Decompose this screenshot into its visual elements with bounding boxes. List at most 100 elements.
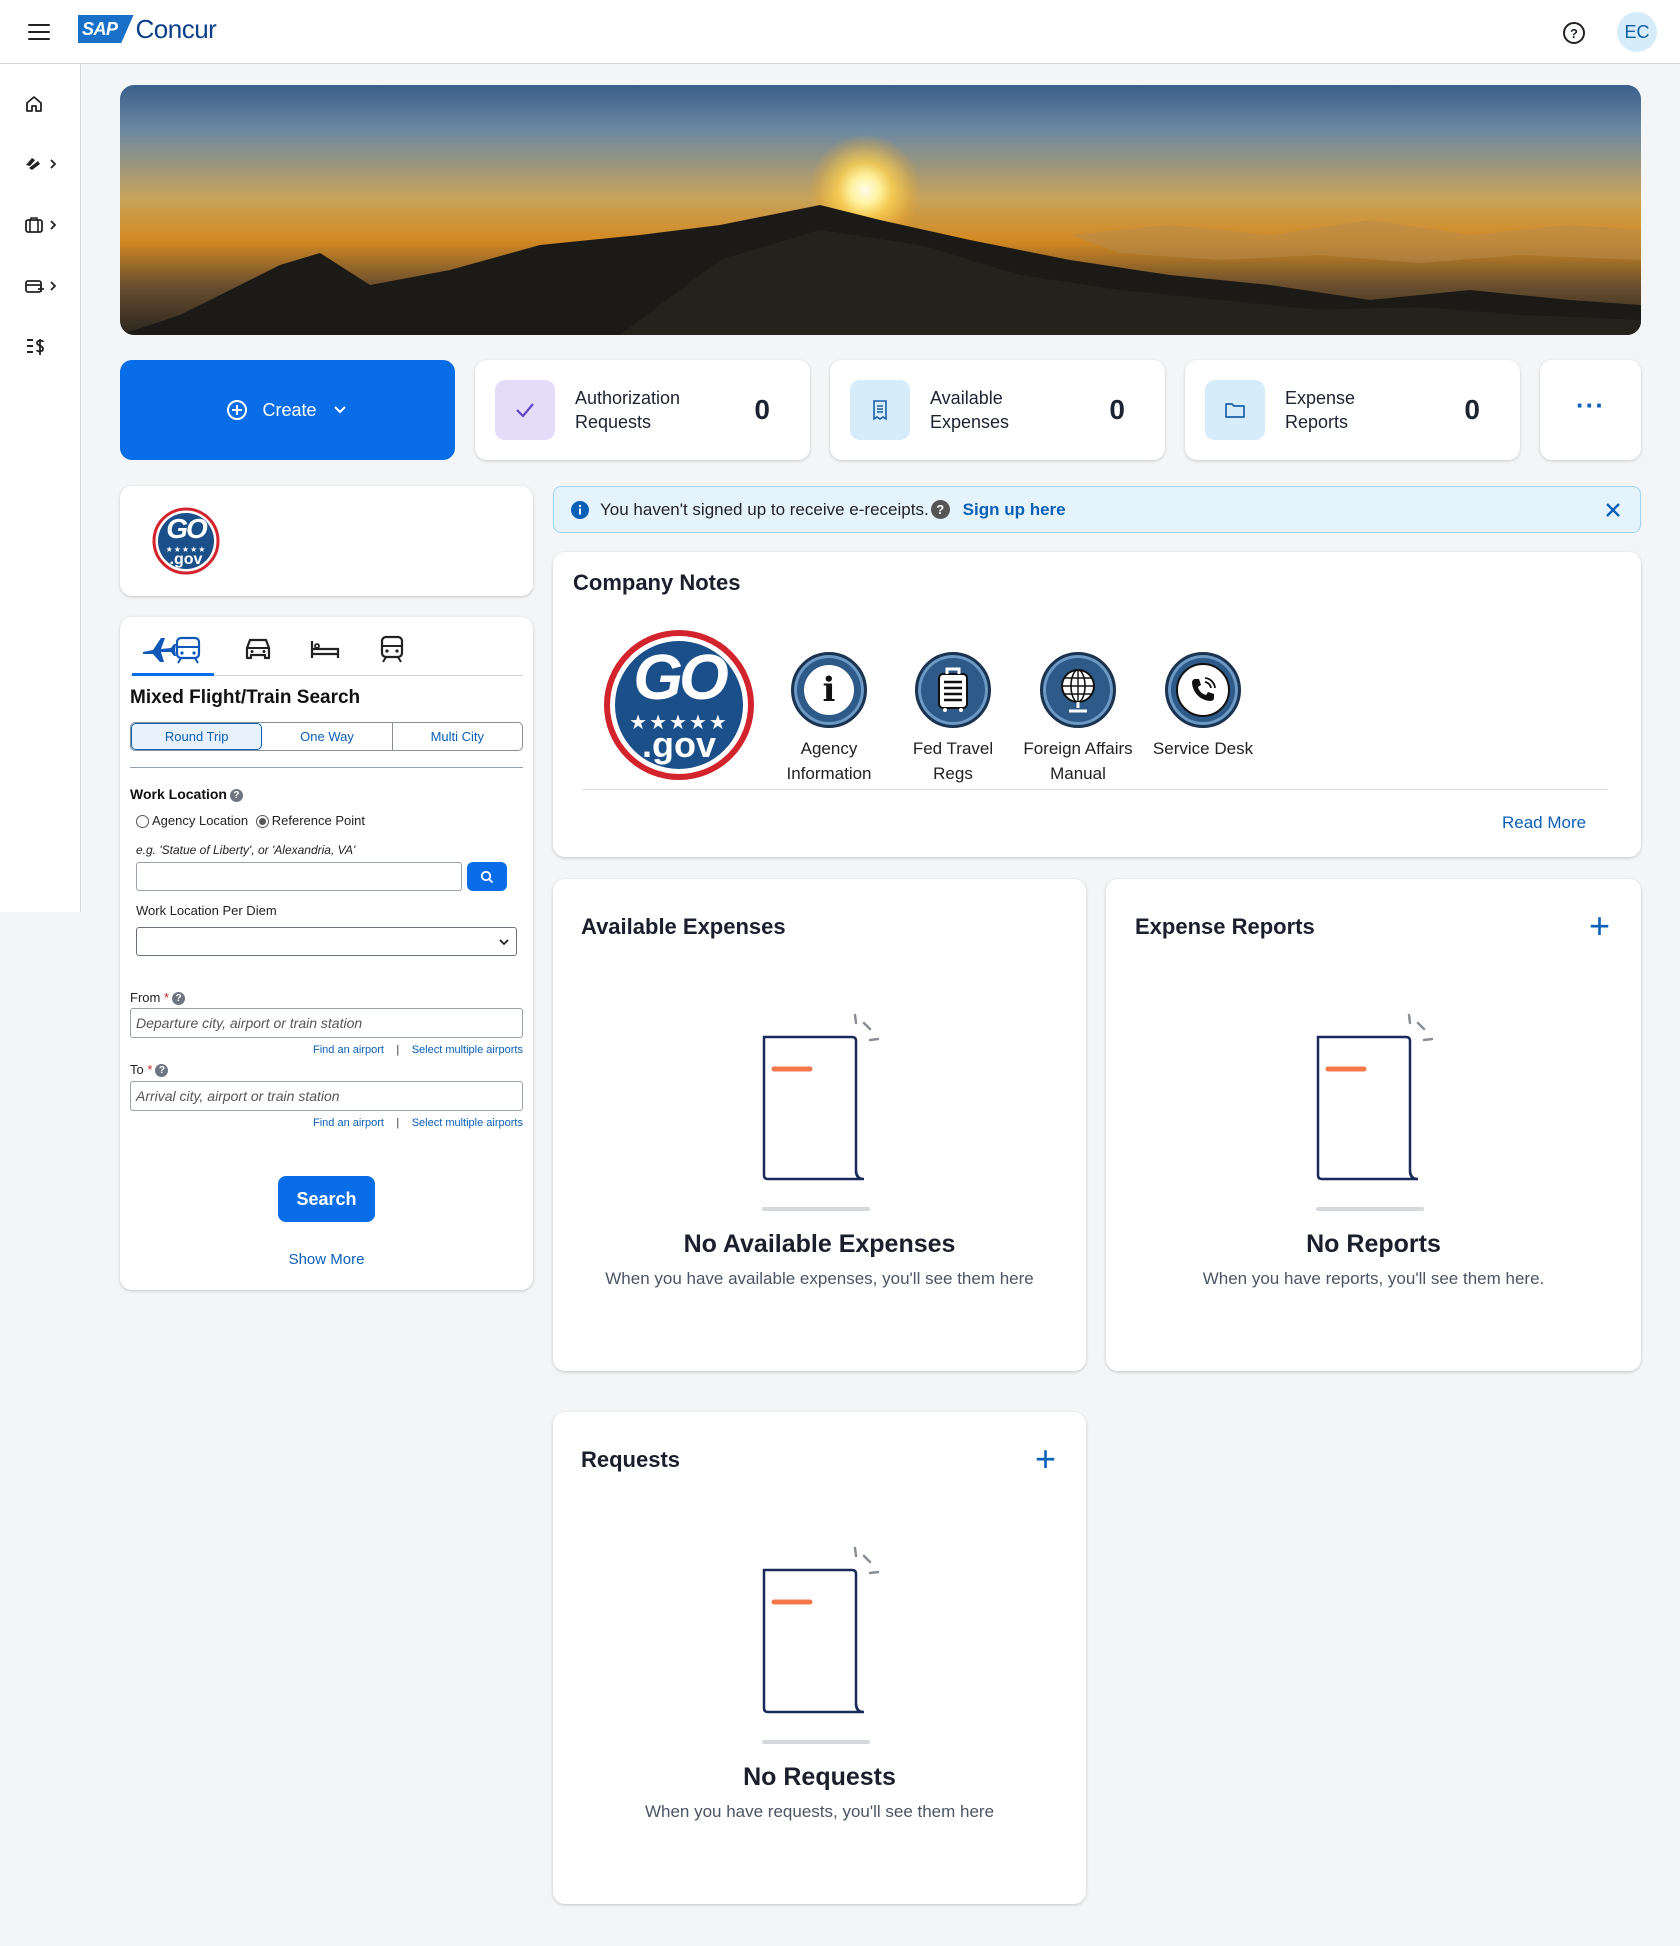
find-airport-link[interactable]: Find an airport	[313, 1117, 384, 1129]
to-input[interactable]: Arrival city, airport or train station	[130, 1081, 523, 1111]
tab-train[interactable]	[372, 629, 412, 669]
note-label: Fed Travel	[912, 739, 994, 758]
per-diem-label: Work Location Per Diem	[136, 903, 277, 918]
car-icon	[245, 638, 271, 660]
more-tiles-button[interactable]: ···	[1540, 360, 1641, 460]
authorization-requests-tile[interactable]: Authorization Requests 0	[475, 360, 810, 460]
radio-reference-point[interactable]	[255, 815, 269, 829]
bed-icon	[310, 641, 340, 658]
tab-selected-indicator	[132, 673, 214, 676]
note-fed-travel-regs[interactable]: Fed Travel Regs	[893, 652, 1013, 786]
suitcase-icon	[915, 652, 991, 728]
work-location-radios: Agency Location Reference Point	[136, 813, 365, 829]
expense-reports-tile[interactable]: Expense Reports 0	[1185, 360, 1520, 460]
select-multiple-airports-link[interactable]: Select multiple airports	[412, 1117, 523, 1129]
available-count: 0	[1109, 394, 1125, 425]
help-icon[interactable]: ?	[1563, 22, 1585, 44]
logo-sap-text: SAP	[78, 15, 134, 43]
folder-icon	[1205, 380, 1265, 440]
radio-agency-location[interactable]	[136, 815, 149, 829]
from-placeholder: Departure city, airport or train station	[136, 1015, 363, 1031]
tile-label: Available	[930, 388, 1003, 408]
plane-train-icon	[143, 636, 201, 664]
note-label: Agency	[800, 739, 858, 758]
trip-type-multi-city[interactable]: Multi City	[393, 723, 522, 750]
info-icon: i	[791, 652, 867, 728]
menu-icon[interactable]	[28, 24, 50, 40]
trip-type-one-way[interactable]: One Way	[262, 723, 393, 750]
tile-label: Expense	[1285, 388, 1356, 408]
per-diem-select[interactable]	[136, 927, 517, 956]
go-gov-large-logo: GO ★★★★★ .gov	[604, 630, 754, 780]
link-separator: |	[396, 1117, 400, 1129]
home-icon[interactable]	[24, 92, 64, 116]
search-icon	[480, 870, 494, 883]
empty-state-title: No Requests	[743, 1763, 896, 1791]
select-multiple-airports-link[interactable]: Select multiple airports	[412, 1044, 523, 1056]
available-expenses-tile[interactable]: Available Expenses 0	[830, 360, 1165, 460]
trip-type-round-trip[interactable]: Round Trip	[131, 723, 263, 750]
go-gov-logo: GO ★★★★★ .gov	[152, 507, 220, 575]
note-foreign-affairs-manual[interactable]: Foreign Affairs Manual	[1018, 652, 1138, 786]
avatar[interactable]: EC	[1617, 12, 1657, 52]
help-icon[interactable]: ?	[172, 992, 186, 1006]
close-icon[interactable]	[1604, 501, 1622, 519]
side-nav	[0, 64, 81, 912]
note-service-desk[interactable]: Service Desk	[1143, 652, 1263, 761]
create-button[interactable]: Create	[120, 360, 455, 460]
from-label: From *?	[130, 990, 186, 1006]
to-placeholder: Arrival city, airport or train station	[136, 1088, 340, 1104]
read-more-link[interactable]: Read More	[1502, 813, 1586, 833]
note-agency-information[interactable]: i Agency Information	[769, 652, 889, 786]
create-label: Create	[262, 399, 317, 420]
train-icon	[380, 635, 404, 663]
work-location-label: Work Location?	[130, 786, 243, 802]
empty-document-icon	[762, 1013, 880, 1211]
budget-icon[interactable]	[24, 335, 64, 359]
sign-up-link[interactable]: Sign up here	[963, 500, 1066, 520]
tab-car[interactable]	[238, 629, 278, 669]
trip-type-segmented: Round Trip One Way Multi City	[130, 722, 523, 751]
logo-go-text: GO	[633, 641, 729, 713]
from-input[interactable]: Departure city, airport or train station	[130, 1008, 523, 1038]
help-icon[interactable]: ?	[229, 788, 243, 802]
chevron-down-icon	[499, 939, 509, 946]
authorization-count: 0	[754, 394, 770, 425]
empty-state-subtitle: When you have available expenses, you'll…	[605, 1269, 1034, 1288]
expense-card-icon[interactable]	[24, 274, 64, 298]
expense-reports-title: Expense Reports	[1135, 914, 1315, 939]
to-label-text: To	[130, 1062, 144, 1077]
travel-icon[interactable]	[24, 152, 64, 176]
empty-state-subtitle: When you have reports, you'll see them h…	[1202, 1269, 1545, 1288]
from-label-text: From	[130, 990, 161, 1005]
tile-label: Requests	[575, 412, 652, 432]
logo-gov-text: .gov	[169, 551, 203, 568]
help-icon[interactable]: ?	[155, 1064, 169, 1078]
location-search-button[interactable]	[467, 862, 507, 891]
top-bar	[0, 0, 1680, 64]
tab-hotel[interactable]	[305, 629, 345, 669]
sap-concur-logo[interactable]: SAP Concur	[78, 13, 217, 44]
note-label: Service Desk	[1152, 739, 1254, 758]
add-request-icon[interactable]: +	[1035, 1441, 1056, 1477]
add-report-icon[interactable]: +	[1589, 908, 1610, 944]
find-airport-link[interactable]: Find an airport	[313, 1044, 384, 1056]
checkmark-icon	[495, 380, 555, 440]
logo-concur-text: Concur	[135, 13, 217, 44]
e-receipts-banner: You haven't signed up to receive e-recei…	[553, 486, 1641, 533]
help-icon[interactable]: ?	[930, 500, 950, 519]
tab-flight-train[interactable]	[140, 629, 206, 669]
show-more-link[interactable]: Show More	[120, 1251, 533, 1268]
travel-tabs	[120, 617, 533, 677]
search-button[interactable]: Search	[278, 1176, 375, 1222]
briefcase-icon[interactable]	[24, 213, 64, 237]
chevron-down-icon	[333, 406, 346, 414]
location-example-hint: e.g. 'Statue of Liberty', or 'Alexandria…	[136, 843, 356, 857]
more-dots-icon: ···	[1576, 389, 1605, 420]
empty-document-icon	[762, 1546, 880, 1744]
globe-icon	[1040, 652, 1116, 728]
banner-text: You haven't signed up to receive e-recei…	[600, 499, 929, 519]
logo-go-text: GO	[166, 513, 208, 544]
reference-point-input[interactable]	[136, 862, 462, 891]
notes-divider	[583, 789, 1608, 790]
